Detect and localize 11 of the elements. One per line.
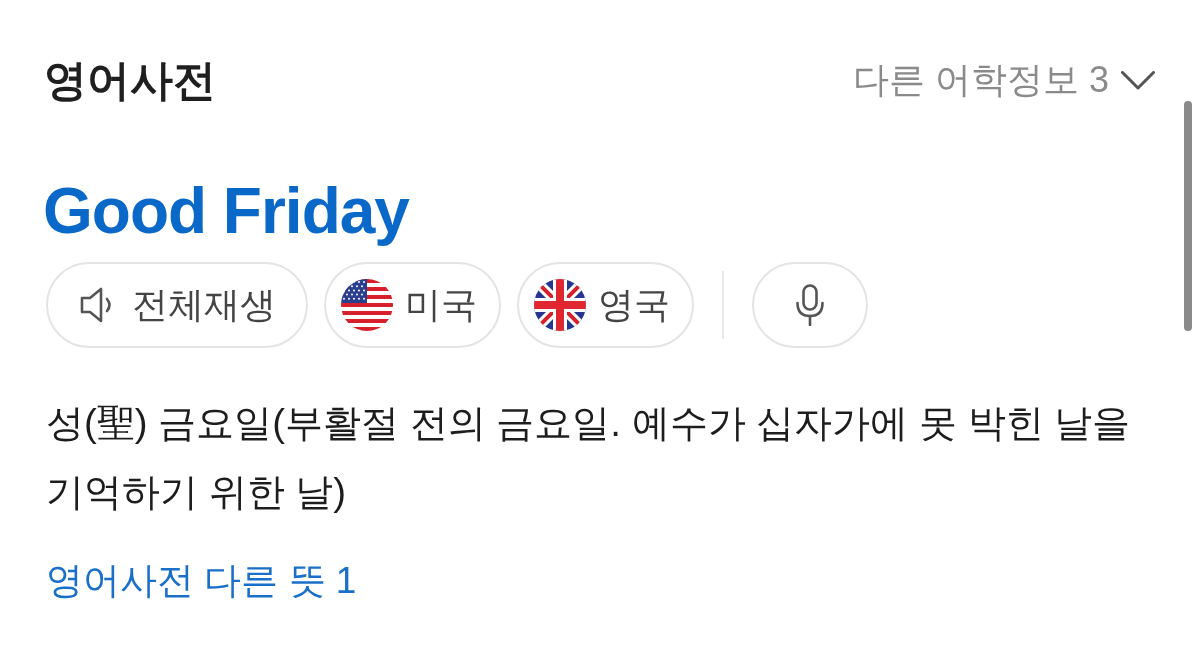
definition-text: 성(聖) 금요일(부활절 전의 금요일. 예수가 십자가에 못 박힌 날을 기억하기 위한 날) bbox=[46, 400, 1132, 515]
section-title: 영어사전 bbox=[44, 55, 216, 106]
us-pronunciation-button[interactable]: 미국 bbox=[324, 262, 501, 348]
uk-flag-icon bbox=[534, 279, 586, 331]
more-meanings-link[interactable]: 영어사전 다른 뜻 1 bbox=[46, 556, 357, 606]
play-all-button[interactable]: 전체재생 bbox=[46, 262, 308, 348]
microphone-icon bbox=[796, 284, 824, 326]
us-flag-icon bbox=[341, 279, 393, 331]
uk-pronunciation-button[interactable]: 영국 bbox=[517, 262, 694, 348]
scrollbar[interactable] bbox=[1184, 101, 1192, 331]
headword: Good Friday bbox=[43, 174, 409, 249]
